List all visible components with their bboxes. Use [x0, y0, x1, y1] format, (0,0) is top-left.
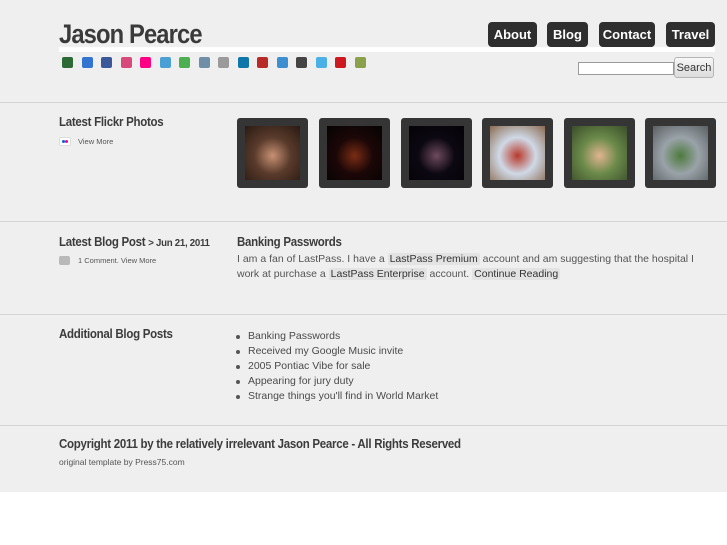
delicious-icon[interactable] — [81, 57, 93, 68]
facebook-icon[interactable] — [101, 57, 112, 68]
photo-fireworks-1-icon — [327, 126, 382, 180]
list-item[interactable]: 2005 Pontiac Vibe for sale — [236, 359, 438, 374]
flickr-thumbnail[interactable] — [237, 118, 308, 188]
friendfeed-icon[interactable] — [62, 57, 73, 68]
flickr-thumbnail[interactable] — [482, 118, 553, 188]
photo-fireworks-2-icon — [409, 126, 464, 180]
comment-icon — [59, 256, 70, 265]
post-text: I am a fan of LastPass. I have a — [237, 253, 385, 265]
nav-about[interactable]: About — [488, 22, 537, 47]
post-meta-link[interactable]: 1 Comment. View More — [78, 256, 156, 265]
groceries-icon[interactable] — [218, 57, 229, 68]
list-item[interactable]: Strange things you'll find in World Mark… — [236, 389, 438, 404]
flickr-thumbnail[interactable] — [401, 118, 472, 188]
additional-posts-heading: Additional Blog Posts — [59, 327, 173, 341]
divider — [0, 102, 727, 103]
footer-credit[interactable]: original template by Press75.com — [59, 457, 185, 467]
xing-icon[interactable] — [354, 57, 366, 68]
reader-icon[interactable] — [276, 57, 288, 68]
search-input[interactable] — [578, 62, 674, 75]
lastpass-enterprise-link[interactable]: LastPass Enterprise — [328, 268, 427, 280]
photo-people-icon — [245, 126, 300, 180]
site-title[interactable]: Jason Pearce — [59, 17, 203, 51]
divider — [0, 221, 727, 222]
latest-post-date: > Jun 21, 2011 — [148, 237, 210, 249]
post-excerpt: I am a fan of LastPass. I have a LastPas… — [237, 252, 707, 282]
divider — [0, 314, 727, 315]
flickr-grid-icon[interactable] — [120, 57, 132, 68]
flickr-view-more-link[interactable]: View More — [78, 137, 113, 146]
photo-child-selfie-icon — [572, 126, 627, 180]
youtube-icon[interactable] — [335, 57, 346, 68]
flickr-icon[interactable] — [140, 57, 151, 68]
search-button[interactable]: Search — [674, 57, 714, 78]
footer-copyright: Copyright 2011 by the relatively irrelev… — [59, 437, 461, 451]
additional-posts-list: Banking Passwords Received my Google Mus… — [236, 329, 438, 404]
photo-ballpark-selfie-icon — [490, 126, 545, 180]
list-item[interactable]: Received my Google Music invite — [236, 344, 438, 359]
list-item[interactable]: Banking Passwords — [236, 329, 438, 344]
flickr-thumbnail[interactable] — [319, 118, 390, 188]
divider — [0, 425, 727, 426]
photo-baseball-field-icon — [653, 126, 708, 180]
twitter-icon[interactable] — [315, 57, 327, 68]
flickr-thumbnail[interactable] — [564, 118, 635, 188]
title-underline — [59, 47, 715, 52]
latest-post-heading: Latest Blog Post > Jun 21, 2011 — [59, 235, 210, 249]
goodreads-icon[interactable] — [198, 57, 210, 68]
lastpass-premium-link[interactable]: LastPass Premium — [387, 253, 480, 265]
foursquare-icon[interactable] — [159, 57, 171, 68]
google-icon[interactable] — [179, 57, 190, 68]
flickr-heading: Latest Flickr Photos — [59, 115, 164, 129]
quora-icon[interactable] — [257, 57, 268, 68]
continue-reading-link[interactable]: Continue Reading — [472, 268, 561, 280]
stack-icon[interactable] — [296, 57, 307, 68]
post-title[interactable]: Banking Passwords — [237, 235, 342, 249]
linkedin-icon[interactable] — [237, 57, 249, 68]
flickr-thumbnail[interactable] — [645, 118, 716, 188]
latest-post-heading-label: Latest Blog Post — [59, 235, 146, 249]
nav-travel[interactable]: Travel — [666, 22, 715, 47]
flickr-icon — [59, 137, 71, 146]
post-text: account. — [429, 268, 470, 280]
social-icons — [62, 57, 374, 71]
nav-blog[interactable]: Blog — [547, 22, 588, 47]
nav-contact[interactable]: Contact — [599, 22, 655, 47]
list-item[interactable]: Appearing for jury duty — [236, 374, 438, 389]
